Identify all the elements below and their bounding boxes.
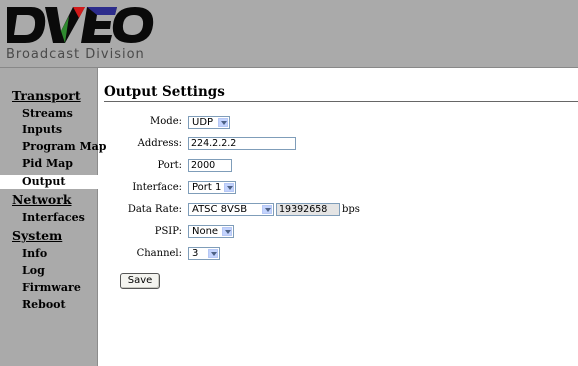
main-content: Output Settings Mode: UDP Address: 224.2… [98, 68, 578, 366]
psip-select[interactable]: None [188, 225, 234, 238]
nav-item-inputs[interactable]: Inputs [22, 123, 62, 136]
nav-item-interfaces[interactable]: Interfaces [22, 211, 85, 224]
data-rate-value: ATSC 8VSB [192, 204, 248, 215]
data-rate-select[interactable]: ATSC 8VSB [188, 203, 274, 216]
mode-select[interactable]: UDP [188, 116, 230, 129]
interface-value: Port 1 [192, 182, 222, 193]
interface-label: Interface: [132, 182, 182, 193]
address-input[interactable]: 224.2.2.2 [188, 137, 296, 150]
sidebar: Transport Streams Inputs Program Map Pid… [0, 68, 106, 366]
psip-value: None [192, 226, 219, 237]
channel-label: Channel: [136, 248, 182, 259]
mode-label: Mode: [150, 116, 182, 127]
nav-item-program-map[interactable]: Program Map [22, 140, 106, 153]
nav-item-firmware[interactable]: Firmware [22, 281, 81, 294]
port-label: Port: [157, 160, 182, 171]
title-divider [104, 101, 578, 102]
nav-section-system[interactable]: System [12, 228, 62, 243]
chevron-down-icon [222, 227, 232, 236]
nav-item-pid-map[interactable]: Pid Map [22, 157, 73, 170]
data-rate-bps-field: 19392658 [276, 203, 340, 216]
nav-item-streams[interactable]: Streams [22, 107, 73, 120]
mode-value: UDP [192, 117, 214, 128]
data-rate-label: Data Rate: [127, 204, 182, 215]
chevron-down-icon [224, 183, 234, 192]
save-button[interactable]: Save [120, 273, 160, 289]
channel-value: 3 [192, 248, 199, 259]
brand-subtitle: Broadcast Division [6, 47, 145, 62]
bps-unit-label: bps [342, 204, 360, 215]
nav-item-info[interactable]: Info [22, 247, 47, 260]
channel-select[interactable]: 3 [188, 247, 220, 260]
header: Broadcast Division [0, 0, 578, 68]
chevron-down-icon [262, 205, 272, 214]
chevron-down-icon [208, 249, 218, 258]
nav-item-output[interactable]: Output [0, 175, 98, 189]
nav-section-network[interactable]: Network [12, 192, 72, 207]
port-input[interactable]: 2000 [188, 159, 232, 172]
nav-item-log[interactable]: Log [22, 264, 45, 277]
psip-label: PSIP: [154, 226, 182, 237]
chevron-down-icon [218, 118, 228, 127]
address-label: Address: [137, 138, 182, 149]
dveo-logo: Broadcast Division [6, 7, 154, 62]
interface-select[interactable]: Port 1 [188, 181, 236, 194]
nav-item-reboot[interactable]: Reboot [22, 298, 66, 311]
nav-section-transport[interactable]: Transport [12, 88, 81, 103]
page-title: Output Settings [104, 84, 225, 100]
